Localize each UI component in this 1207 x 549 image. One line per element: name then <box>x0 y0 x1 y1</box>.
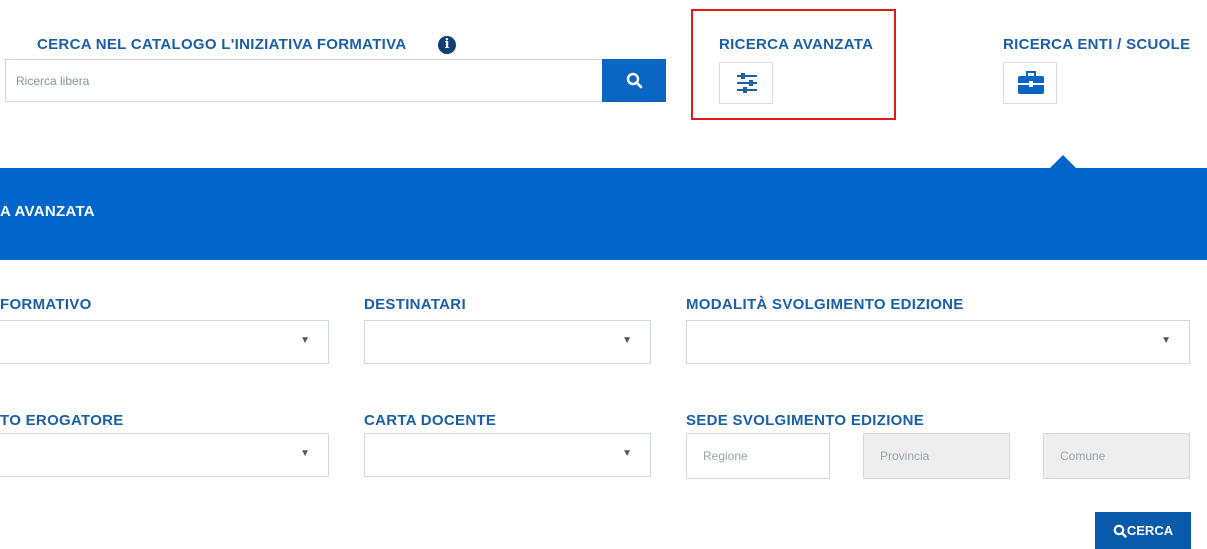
filter-label-carta-docente: CARTA DOCENTE <box>364 412 497 429</box>
chevron-down-icon: ▼ <box>300 448 310 459</box>
info-icon[interactable]: i <box>438 36 456 54</box>
select-modalita[interactable]: ▼ <box>686 320 1190 364</box>
briefcase-icon <box>1018 71 1044 94</box>
catalog-search-title: CERCA NEL CATALOGO L'INIZIATIVA FORMATIV… <box>37 36 407 53</box>
advanced-search-panel-header: A AVANZATA <box>0 168 1207 260</box>
chevron-down-icon: ▼ <box>622 448 632 459</box>
search-icon <box>1113 524 1127 538</box>
advanced-search-label[interactable]: RICERCA AVANZATA <box>719 36 873 53</box>
entities-search-tab[interactable] <box>1003 62 1057 104</box>
filter-label-sede: SEDE SVOLGIMENTO EDIZIONE <box>686 412 925 429</box>
select-carta-docente[interactable]: ▼ <box>364 433 651 477</box>
select-destinatari[interactable]: ▼ <box>364 320 651 364</box>
select-erogatore[interactable]: ▼ <box>0 433 329 477</box>
comune-input[interactable]: Comune <box>1043 433 1190 479</box>
provincia-input[interactable]: Provincia <box>863 433 1010 479</box>
search-icon <box>626 72 643 89</box>
chevron-down-icon: ▼ <box>1161 335 1171 346</box>
chevron-down-icon: ▼ <box>622 335 632 346</box>
select-formativo[interactable]: ▼ <box>0 320 329 364</box>
active-tab-pointer <box>1049 155 1077 169</box>
entities-search-label[interactable]: RICERCA ENTI / SCUOLE <box>1003 36 1190 53</box>
cerca-button-label: CERCA <box>1126 523 1174 538</box>
regione-input[interactable]: Regione <box>686 433 830 479</box>
chevron-down-icon: ▼ <box>300 335 310 346</box>
filter-label-erogatore: TO EROGATORE <box>0 412 124 429</box>
filter-label-modalita: MODALITÀ SVOLGIMENTO EDIZIONE <box>686 296 964 313</box>
filter-label-destinatari: DESTINATARI <box>364 296 466 313</box>
cerca-button[interactable]: CERCA <box>1095 512 1191 549</box>
sliders-icon <box>737 73 757 93</box>
search-input[interactable] <box>5 59 602 102</box>
advanced-search-tab[interactable] <box>719 62 773 104</box>
panel-title: A AVANZATA <box>0 203 95 220</box>
search-button[interactable] <box>602 59 666 102</box>
filter-label-formativo: FORMATIVO <box>0 296 92 313</box>
